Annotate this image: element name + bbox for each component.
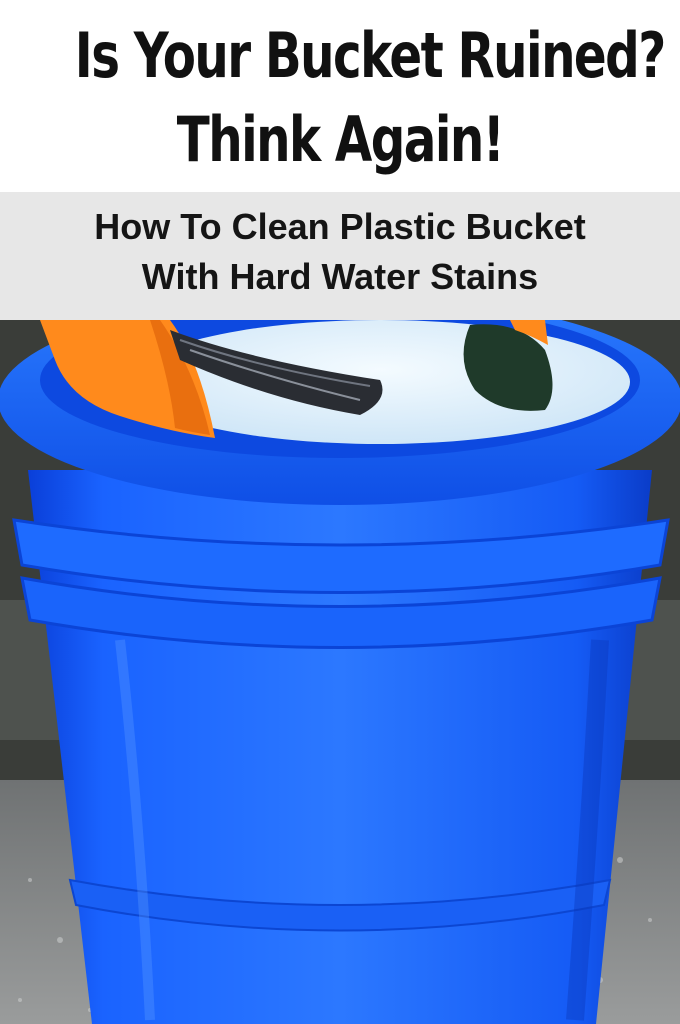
subtitle-line-2: With Hard Water Stains (141, 256, 539, 297)
subtitle-line-1: How To Clean Plastic Bucket (94, 206, 586, 247)
headline-line-2: Think Again! (176, 103, 505, 176)
headline-line-1: Is Your Bucket Ruined? (74, 19, 666, 92)
headline: Is Your Bucket Ruined? Think Again! (0, 0, 680, 192)
pin-graphic: Is Your Bucket Ruined? Think Again! How … (0, 0, 680, 1024)
subtitle-band: How To Clean Plastic Bucket With Hard Wa… (0, 192, 680, 320)
bucket-photo (0, 320, 680, 1024)
